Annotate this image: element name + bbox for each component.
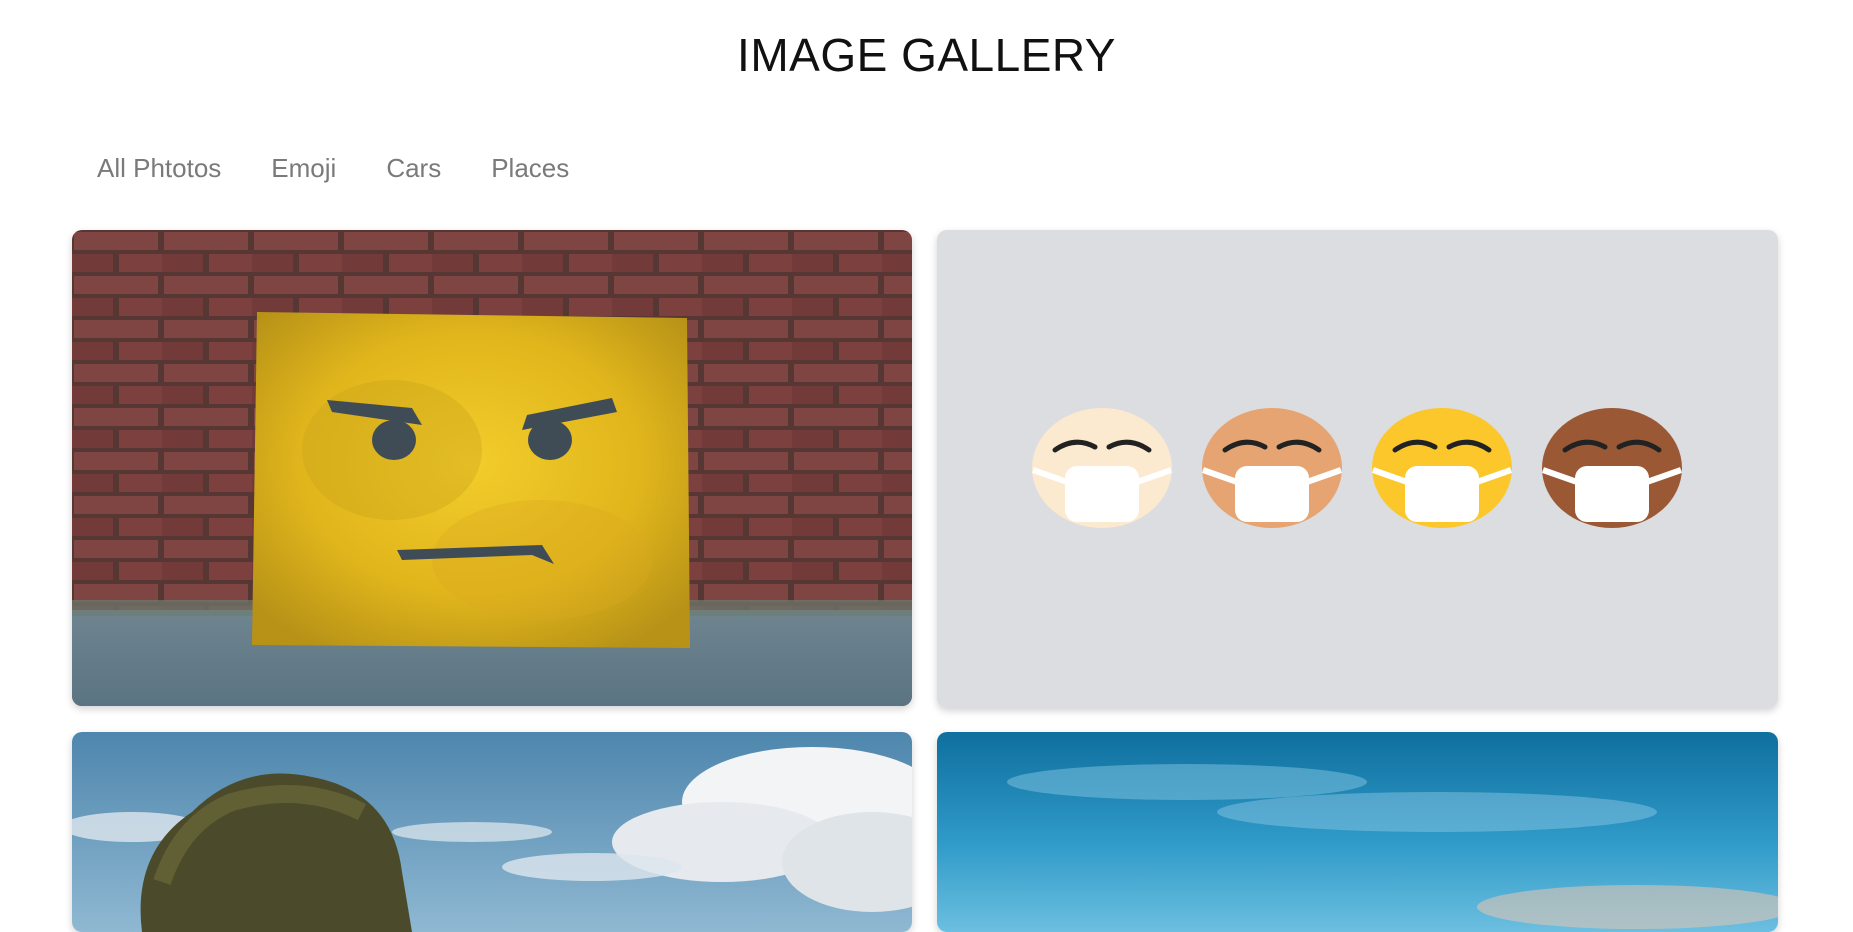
filter-emoji[interactable]: Emoji [246,150,361,186]
rock-island-photo [72,732,912,932]
filter-all-photos[interactable]: All Phtotos [72,150,246,186]
filter-places[interactable]: Places [466,150,594,186]
masked-emojis-illustration [937,230,1778,708]
filter-cars[interactable]: Cars [361,150,466,186]
angry-face-photo [72,230,912,706]
emoji-face-yellow [1372,408,1512,528]
gallery-card-angry-face[interactable] [72,230,912,706]
emoji-face-light [1032,408,1172,528]
gallery-filter-nav: All Phtotos Emoji Cars Places [72,150,594,186]
gallery-card-blue-sky[interactable] [937,732,1778,932]
emoji-face-medium [1202,408,1342,528]
gallery-card-rock-island[interactable] [72,732,912,932]
blue-sky-photo [937,732,1778,932]
gallery-card-masked-emojis[interactable] [937,230,1778,708]
page-title: IMAGE GALLERY [737,29,1116,81]
emoji-face-dark [1542,408,1682,528]
